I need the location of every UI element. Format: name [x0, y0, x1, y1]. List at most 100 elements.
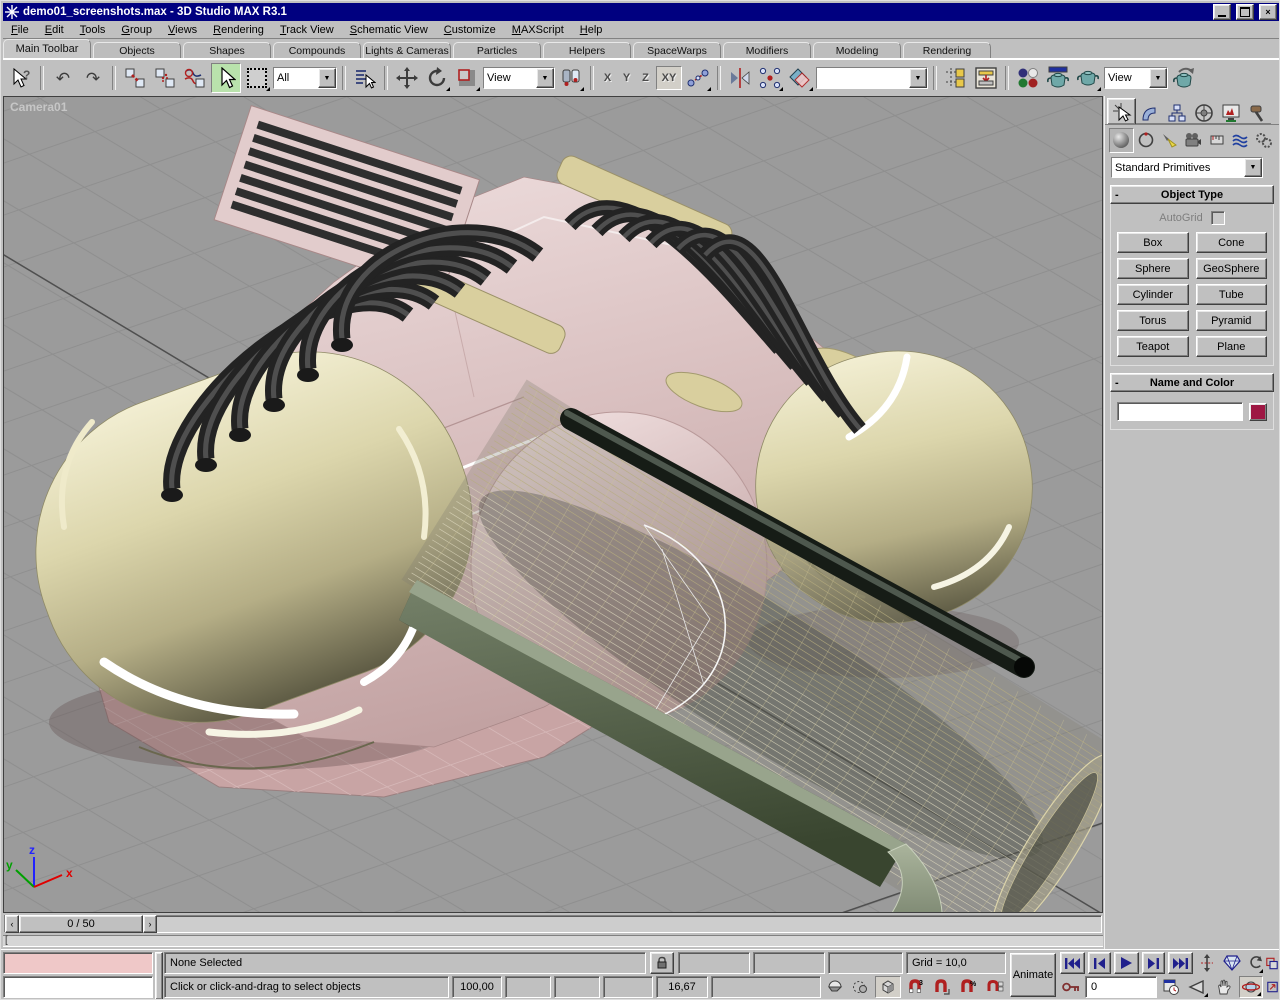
- arc-rotate-button[interactable]: [1239, 976, 1263, 998]
- snap-selection-button[interactable]: [848, 976, 872, 998]
- animate-button[interactable]: Animate: [1010, 953, 1056, 997]
- tab-modifiers[interactable]: Modifiers: [723, 42, 811, 58]
- prev-frame-button[interactable]: [1088, 952, 1111, 974]
- manipulate-button[interactable]: [684, 64, 712, 92]
- play-button[interactable]: [1114, 952, 1139, 974]
- object-type-header[interactable]: - Object Type: [1110, 185, 1274, 204]
- cone-button[interactable]: Cone: [1196, 232, 1268, 253]
- quick-render-button[interactable]: [1074, 64, 1102, 92]
- spinner-snap-button[interactable]: [984, 976, 1006, 998]
- next-frame-arrow[interactable]: ›: [143, 915, 157, 933]
- open-schematic-view-button[interactable]: [972, 64, 1000, 92]
- restore-button[interactable]: [1236, 4, 1254, 20]
- undo-button[interactable]: ↶: [49, 64, 77, 92]
- time-slider-handle[interactable]: 0 / 50: [19, 915, 143, 933]
- unlink-button[interactable]: [151, 64, 179, 92]
- select-and-rotate-button[interactable]: [423, 64, 451, 92]
- title-bar[interactable]: demo01_screenshots.max - 3D Studio MAX R…: [3, 3, 1279, 21]
- tab-display[interactable]: [1217, 102, 1244, 124]
- pan-button[interactable]: [1212, 976, 1236, 998]
- snap-cube-button[interactable]: [875, 976, 901, 998]
- field-of-view-button[interactable]: [1185, 976, 1209, 998]
- restrict-z-button[interactable]: Z: [637, 67, 654, 89]
- coordinate-system-dropdown[interactable]: View ▼: [483, 67, 555, 89]
- tab-spacewarps[interactable]: SpaceWarps: [633, 42, 721, 58]
- key-mode-button[interactable]: [1060, 976, 1082, 998]
- box-button[interactable]: Box: [1117, 232, 1189, 253]
- tab-rendering[interactable]: Rendering: [903, 42, 991, 58]
- menu-views[interactable]: Views: [160, 24, 205, 36]
- tab-compounds[interactable]: Compounds: [273, 42, 361, 58]
- restrict-y-button[interactable]: Y: [618, 67, 635, 89]
- minmax-toggle-button[interactable]: [1265, 976, 1280, 998]
- menu-customize[interactable]: Customize: [436, 24, 504, 36]
- tab-helpers[interactable]: Helpers: [543, 42, 631, 58]
- help-mode-button[interactable]: ?: [7, 64, 35, 92]
- redo-button[interactable]: ↷: [79, 64, 107, 92]
- zoom-button[interactable]: [1196, 952, 1218, 974]
- angle-field[interactable]: 16,67: [656, 976, 708, 998]
- tab-utilities[interactable]: [1244, 102, 1271, 124]
- select-object-button[interactable]: [211, 63, 241, 93]
- category-geometry[interactable]: [1109, 128, 1134, 153]
- menu-edit[interactable]: Edit: [37, 24, 72, 36]
- menu-file[interactable]: File: [3, 24, 37, 36]
- listener-splitter[interactable]: [155, 952, 163, 1000]
- pivot-center-button[interactable]: [557, 64, 585, 92]
- close-button[interactable]: ×: [1259, 4, 1277, 20]
- render-scene-button[interactable]: [1044, 64, 1072, 92]
- minimize-button[interactable]: [1213, 4, 1231, 20]
- align-button[interactable]: [786, 64, 814, 92]
- sphere-button[interactable]: Sphere: [1117, 258, 1189, 279]
- angle-snap-button[interactable]: [930, 976, 954, 998]
- primitive-category-dropdown[interactable]: Standard Primitives ▼: [1111, 157, 1263, 178]
- goto-end-button[interactable]: [1168, 952, 1193, 974]
- tab-hierarchy[interactable]: [1163, 102, 1190, 124]
- array-button[interactable]: [756, 64, 784, 92]
- teapot-button[interactable]: Teapot: [1117, 336, 1189, 357]
- coord-y-field[interactable]: [505, 976, 551, 998]
- tab-shapes[interactable]: Shapes: [183, 42, 271, 58]
- next-frame-button[interactable]: [1142, 952, 1165, 974]
- region-select-button[interactable]: [243, 64, 271, 92]
- tab-modeling[interactable]: Modeling: [813, 42, 901, 58]
- menu-schematic-view[interactable]: Schematic View: [342, 24, 436, 36]
- maxscript-listener-field[interactable]: [3, 976, 153, 998]
- tab-main-toolbar[interactable]: Main Toolbar: [3, 39, 91, 58]
- category-shapes[interactable]: [1135, 129, 1158, 152]
- category-helpers[interactable]: [1205, 129, 1228, 152]
- torus-button[interactable]: Torus: [1117, 310, 1189, 331]
- restrict-x-button[interactable]: X: [599, 67, 616, 89]
- plane-button[interactable]: Plane: [1196, 336, 1268, 357]
- tube-button[interactable]: Tube: [1196, 284, 1268, 305]
- camera-viewport[interactable]: Camera01: [3, 96, 1103, 913]
- degradation-override-button[interactable]: [824, 976, 846, 998]
- menu-tools[interactable]: Tools: [72, 24, 114, 36]
- select-by-name-button[interactable]: [351, 64, 379, 92]
- mirror-button[interactable]: [726, 64, 754, 92]
- name-color-header[interactable]: - Name and Color: [1110, 373, 1274, 392]
- material-editor-button[interactable]: [1014, 64, 1042, 92]
- region-boxes-button[interactable]: [1264, 952, 1280, 974]
- render-last-button[interactable]: [1170, 64, 1198, 92]
- category-lights[interactable]: [1158, 129, 1181, 152]
- coord-x-field[interactable]: 100,00: [452, 976, 502, 998]
- time-configuration-button[interactable]: [1160, 976, 1182, 998]
- cylinder-button[interactable]: Cylinder: [1117, 284, 1189, 305]
- menu-help[interactable]: Help: [572, 24, 611, 36]
- zoom-region-button[interactable]: [1246, 952, 1264, 974]
- tab-motion[interactable]: [1190, 102, 1217, 124]
- category-spacewarps[interactable]: [1229, 129, 1252, 152]
- snap-toggle-3d-button[interactable]: 3: [904, 976, 928, 998]
- object-color-swatch[interactable]: [1249, 403, 1267, 421]
- category-systems[interactable]: [1252, 129, 1275, 152]
- select-and-scale-button[interactable]: [453, 64, 481, 92]
- macro-recorder-field[interactable]: [3, 952, 153, 974]
- select-and-move-button[interactable]: [393, 64, 421, 92]
- object-name-field[interactable]: [1117, 402, 1243, 421]
- pyramid-button[interactable]: Pyramid: [1196, 310, 1268, 331]
- menu-track-view[interactable]: Track View: [272, 24, 342, 36]
- selection-lock-toggle[interactable]: [650, 952, 674, 974]
- track-bar[interactable]: [: [3, 935, 1103, 947]
- coord-w-field[interactable]: [603, 976, 653, 998]
